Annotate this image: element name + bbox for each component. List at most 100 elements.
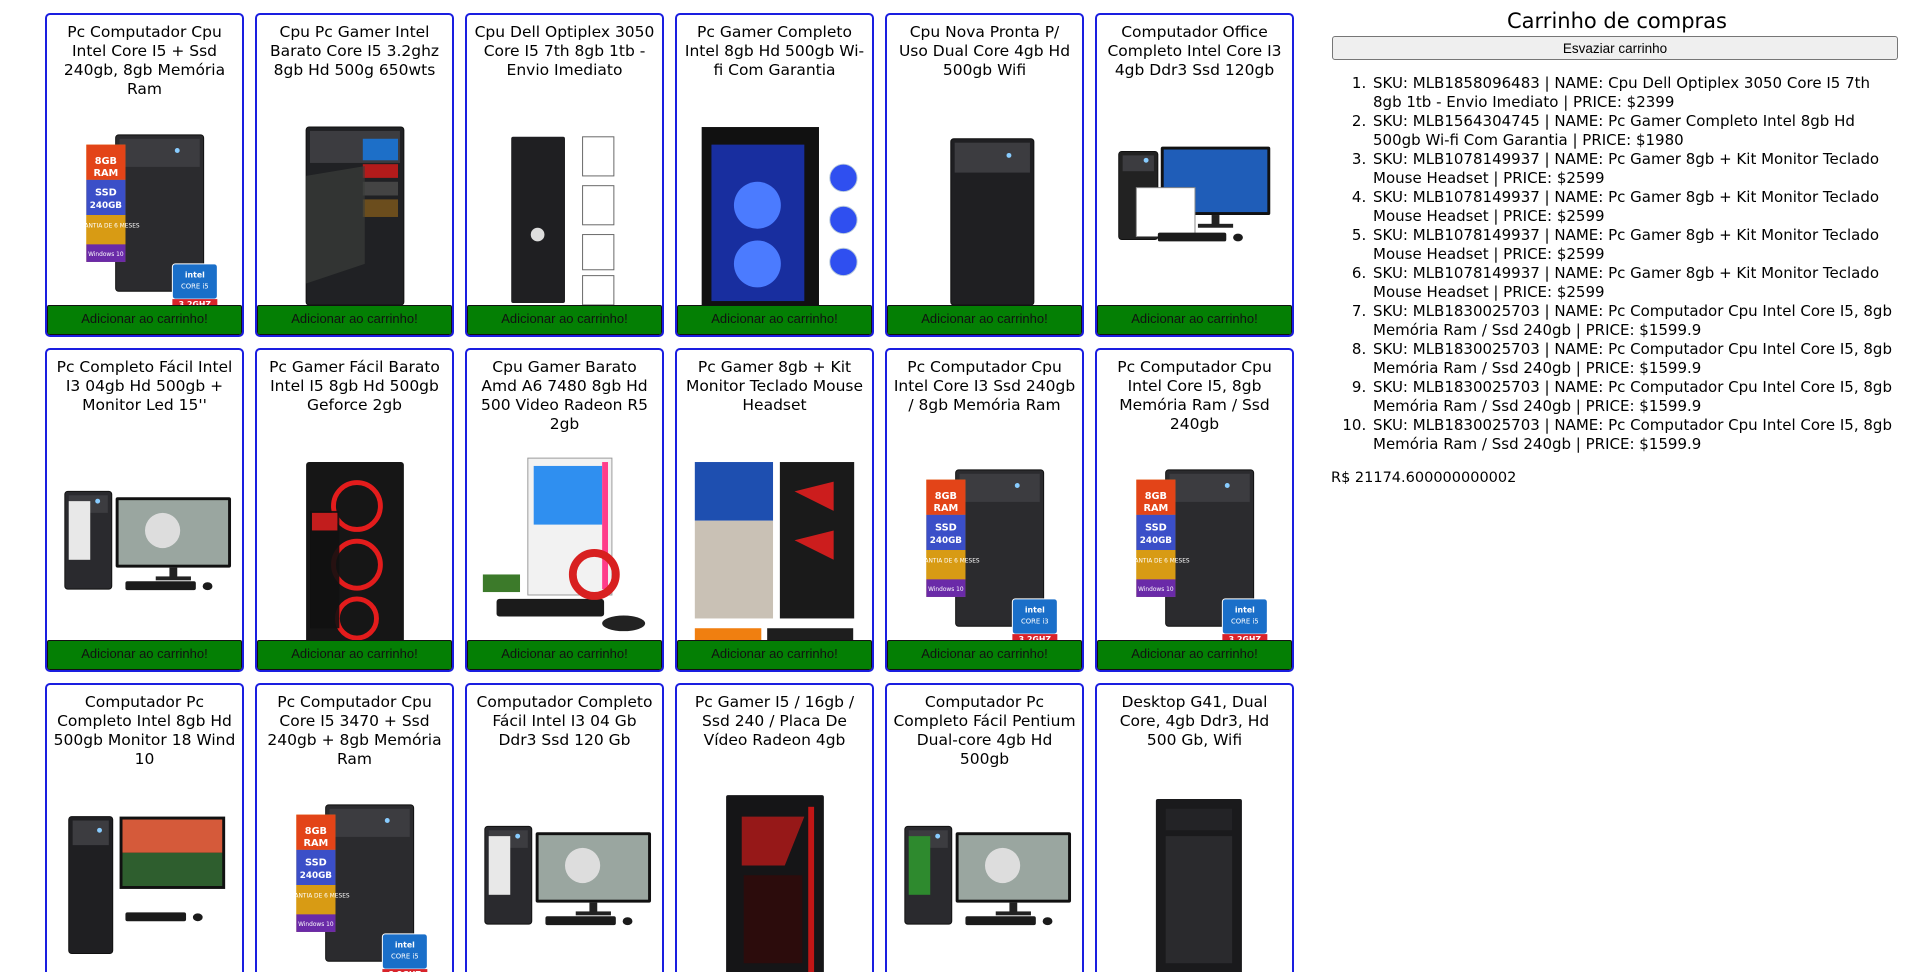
product-card: Cpu Gamer Barato Amd A6 7480 8gb Hd 500 … [465, 348, 664, 672]
add-to-cart-button[interactable]: Adicionar ao carrinho! [257, 305, 452, 335]
product-card: Computador Office Completo Intel Core I3… [1095, 13, 1294, 337]
product-image [687, 450, 862, 652]
product-title: Pc Computador Cpu Intel Core I5, 8gb Mem… [1117, 358, 1272, 433]
product-image [477, 450, 652, 652]
add-to-cart-button[interactable]: Adicionar ao carrinho! [467, 305, 662, 335]
svg-text:CORE i5: CORE i5 [391, 952, 419, 960]
product-title: Cpu Gamer Barato Amd A6 7480 8gb Hd 500 … [480, 358, 649, 433]
product-card: Pc Gamer I5 / 16gb / Ssd 240 / Placa De … [675, 683, 874, 972]
product-image: 8GB RAM SSD 240GB GARANTIA DE 6 MESES Wi… [57, 115, 232, 317]
page: Pc Computador Cpu Intel Core I5 + Ssd 24… [0, 0, 1909, 972]
svg-text:intel: intel [1025, 606, 1045, 615]
empty-cart-button[interactable]: Esvaziar carrinho [1332, 36, 1898, 60]
product-image [267, 450, 442, 652]
product-card: Cpu Pc Gamer Intel Barato Core I5 3.2ghz… [255, 13, 454, 337]
svg-text:RAM: RAM [303, 838, 328, 849]
svg-text:8GB: 8GB [935, 491, 957, 502]
svg-text:CORE i5: CORE i5 [181, 282, 209, 290]
add-to-cart-button[interactable]: Adicionar ao carrinho! [677, 640, 872, 670]
svg-text:intel: intel [1235, 606, 1255, 615]
cart-item: SKU: MLB1078149937 | NAME: Pc Gamer 8gb … [1371, 226, 1903, 264]
product-card: Pc Completo Fácil Intel I3 04gb Hd 500gb… [45, 348, 244, 672]
svg-text:240GB: 240GB [90, 201, 123, 211]
product-title: Computador Pc Completo Fácil Pentium Dua… [893, 693, 1076, 768]
svg-text:GARANTIA DE 6 MESES: GARANTIA DE 6 MESES [912, 559, 980, 565]
add-to-cart-button[interactable]: Adicionar ao carrinho! [677, 305, 872, 335]
add-to-cart-button[interactable]: Adicionar ao carrinho! [467, 640, 662, 670]
svg-text:RAM: RAM [933, 503, 958, 514]
product-grid: Pc Computador Cpu Intel Core I5 + Ssd 24… [45, 13, 1296, 972]
svg-text:8GB: 8GB [95, 156, 117, 167]
product-image [897, 785, 1072, 972]
svg-text:240GB: 240GB [300, 871, 333, 881]
product-card: Computador Pc Completo Intel 8gb Hd 500g… [45, 683, 244, 972]
svg-text:RAM: RAM [93, 168, 118, 179]
product-card: Pc Computador Cpu Intel Core I5, 8gb Mem… [1095, 348, 1294, 672]
product-title: Pc Gamer Fácil Barato Intel I5 8gb Hd 50… [269, 358, 440, 414]
cart-item: SKU: MLB1078149937 | NAME: Pc Gamer 8gb … [1371, 150, 1903, 188]
product-title: Pc Gamer I5 / 16gb / Ssd 240 / Placa De … [694, 693, 855, 749]
product-image [1107, 115, 1282, 317]
product-image [477, 115, 652, 317]
svg-text:RAM: RAM [1143, 503, 1168, 514]
product-image: 8GB RAM SSD 240GB GARANTIA DE 6 MESES Wi… [1107, 450, 1282, 652]
product-image [1107, 785, 1282, 972]
product-image [267, 115, 442, 317]
product-title: Cpu Nova Pronta P/ Uso Dual Core 4gb Hd … [898, 23, 1071, 79]
product-title: Pc Gamer Completo Intel 8gb Hd 500gb Wi-… [684, 23, 865, 79]
product-card: Pc Computador Cpu Intel Core I5 + Ssd 24… [45, 13, 244, 337]
cart-item: SKU: MLB1564304745 | NAME: Pc Gamer Comp… [1371, 112, 1903, 150]
product-image [687, 115, 862, 317]
product-title: Cpu Pc Gamer Intel Barato Core I5 3.2ghz… [269, 23, 440, 79]
add-to-cart-button[interactable]: Adicionar ao carrinho! [887, 305, 1082, 335]
svg-text:SSD: SSD [1145, 522, 1167, 533]
product-image: 8GB RAM SSD 240GB GARANTIA DE 6 MESES Wi… [897, 450, 1072, 652]
product-card: Computador Pc Completo Fácil Pentium Dua… [885, 683, 1084, 972]
product-card: Cpu Dell Optiplex 3050 Core I5 7th 8gb 1… [465, 13, 664, 337]
product-title: Computador Office Completo Intel Core I3… [1107, 23, 1282, 79]
product-title: Pc Computador Cpu Intel Core I3 Ssd 240g… [893, 358, 1076, 414]
cart-items-list: SKU: MLB1858096483 | NAME: Cpu Dell Opti… [1331, 74, 1903, 454]
cart-item: SKU: MLB1830025703 | NAME: Pc Computador… [1371, 340, 1903, 378]
add-to-cart-button[interactable]: Adicionar ao carrinho! [257, 640, 452, 670]
svg-text:intel: intel [395, 941, 415, 950]
svg-text:Windows 10: Windows 10 [88, 252, 124, 258]
svg-text:SSD: SSD [95, 187, 117, 198]
add-to-cart-button[interactable]: Adicionar ao carrinho! [47, 640, 242, 670]
add-to-cart-button[interactable]: Adicionar ao carrinho! [47, 305, 242, 335]
svg-text:8GB: 8GB [305, 826, 327, 837]
cart-item: SKU: MLB1830025703 | NAME: Pc Computador… [1371, 302, 1903, 340]
product-card: Cpu Nova Pronta P/ Uso Dual Core 4gb Hd … [885, 13, 1084, 337]
shopping-cart: Carrinho de compras Esvaziar carrinho SK… [1331, 0, 1903, 486]
add-to-cart-button[interactable]: Adicionar ao carrinho! [1097, 640, 1292, 670]
product-title: Cpu Dell Optiplex 3050 Core I5 7th 8gb 1… [474, 23, 655, 79]
product-title: Computador Completo Fácil Intel I3 04 Gb… [476, 693, 653, 749]
product-card: Computador Completo Fácil Intel I3 04 Gb… [465, 683, 664, 972]
cart-item: SKU: MLB1830025703 | NAME: Pc Computador… [1371, 416, 1903, 454]
product-image [687, 785, 862, 972]
product-card: Pc Gamer Completo Intel 8gb Hd 500gb Wi-… [675, 13, 874, 337]
product-card: Pc Gamer Fácil Barato Intel I5 8gb Hd 50… [255, 348, 454, 672]
product-card: Pc Computador Cpu Core I5 3470 + Ssd 240… [255, 683, 454, 972]
add-to-cart-button[interactable]: Adicionar ao carrinho! [887, 640, 1082, 670]
svg-text:Windows 10: Windows 10 [298, 922, 334, 928]
svg-text:GARANTIA DE 6 MESES: GARANTIA DE 6 MESES [72, 224, 140, 230]
svg-text:GARANTIA DE 6 MESES: GARANTIA DE 6 MESES [282, 894, 350, 900]
svg-text:240GB: 240GB [930, 536, 963, 546]
product-card: Pc Computador Cpu Intel Core I3 Ssd 240g… [885, 348, 1084, 672]
cart-item: SKU: MLB1078149937 | NAME: Pc Gamer 8gb … [1371, 264, 1903, 302]
svg-text:8GB: 8GB [1145, 491, 1167, 502]
product-card: Desktop G41, Dual Core, 4gb Ddr3, Hd 500… [1095, 683, 1294, 972]
product-image [477, 785, 652, 972]
svg-text:Windows 10: Windows 10 [1138, 587, 1174, 593]
product-image [57, 450, 232, 652]
svg-text:SSD: SSD [305, 857, 327, 868]
cart-item: SKU: MLB1858096483 | NAME: Cpu Dell Opti… [1371, 74, 1903, 112]
add-to-cart-button[interactable]: Adicionar ao carrinho! [1097, 305, 1292, 335]
svg-text:CORE i5: CORE i5 [1231, 617, 1259, 625]
cart-title: Carrinho de compras [1507, 9, 1727, 33]
product-card: Pc Gamer 8gb + Kit Monitor Teclado Mouse… [675, 348, 874, 672]
product-title: Pc Computador Cpu Core I5 3470 + Ssd 240… [267, 693, 442, 768]
svg-text:SSD: SSD [935, 522, 957, 533]
svg-text:intel: intel [185, 271, 205, 280]
